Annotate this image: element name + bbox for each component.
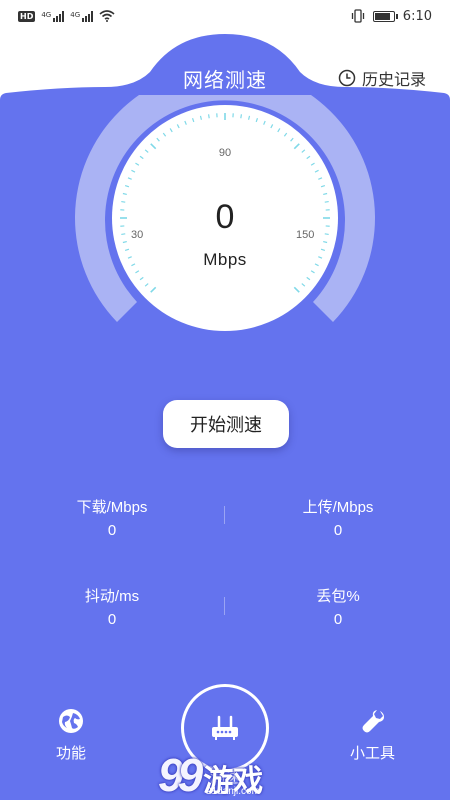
nav-features-label: 功能	[56, 745, 87, 762]
signal-icon-2: 4G	[70, 10, 94, 22]
upload-value: 0	[333, 522, 343, 539]
router-icon	[212, 715, 238, 740]
nav-tools-label: 小工具	[350, 745, 396, 762]
history-label: 历史记录	[361, 72, 426, 89]
start-test-button[interactable]: 开始测速	[163, 400, 289, 448]
gauge-tick-90: 90	[218, 147, 232, 159]
nav-features[interactable]: 功能	[56, 708, 86, 763]
jitter-label: 抖动/ms	[84, 588, 140, 605]
gauge-tick-mark	[207, 114, 210, 119]
vibrate-icon	[351, 9, 364, 23]
network-type-label-2: 4G	[70, 10, 81, 19]
loss-value: 0	[333, 611, 343, 628]
signal-icon: 4G	[41, 10, 65, 22]
globe-icon	[59, 709, 83, 733]
jitter-value: 0	[107, 611, 117, 628]
upload-label: 上传/Mbps	[302, 499, 374, 516]
wrench-icon	[362, 710, 384, 733]
clock-time: 6:10	[402, 8, 432, 24]
nav-tools[interactable]: 小工具	[350, 708, 395, 763]
watermark-number-2: 9	[177, 749, 204, 800]
history-button[interactable]: 历史记录	[338, 66, 426, 90]
status-right: 6:10	[351, 9, 432, 24]
hd-badge: HD	[18, 10, 36, 22]
speed-value: 0	[215, 198, 235, 236]
stats-divider-2	[224, 597, 225, 615]
wifi-icon	[99, 10, 115, 22]
battery-icon	[372, 10, 398, 22]
gauge-tick-mark	[240, 114, 243, 119]
watermark-url: 91danji.com	[206, 786, 260, 797]
status-left: HD 4G 4G	[18, 10, 115, 22]
download-label: 下载/Mbps	[76, 499, 148, 516]
download-value: 0	[107, 522, 117, 539]
stats-divider	[224, 506, 225, 524]
clock-icon	[338, 69, 356, 87]
loss-label: 丢包%	[316, 588, 360, 605]
status-bar: HD 4G 4G 6:10	[0, 0, 450, 32]
network-type-label: 4G	[41, 10, 52, 19]
speed-unit: Mbps	[203, 250, 247, 269]
